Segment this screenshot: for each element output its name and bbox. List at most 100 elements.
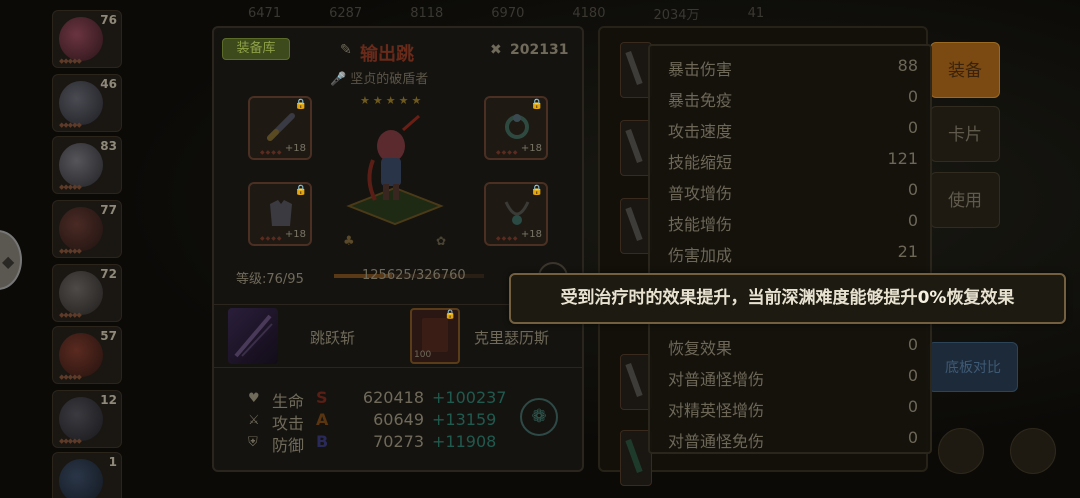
card-art — [422, 318, 448, 352]
hero-stars: ◆◆◆◆◆ — [59, 437, 82, 445]
blade-icon — [625, 50, 643, 86]
card-tab[interactable]: 卡片 — [930, 106, 1000, 162]
necklace-icon — [504, 201, 530, 225]
floating-assist-button[interactable]: ◆ — [0, 230, 22, 290]
stat-value: 0 — [907, 180, 918, 199]
blade-icon — [625, 206, 643, 242]
card-count: 100 — [414, 350, 432, 360]
stat-label: 对普通怪增伤 — [668, 370, 765, 389]
combat-power: 202131 — [510, 42, 569, 58]
hero-slot[interactable]: 77 ◆◆◆◆◆ — [52, 200, 122, 258]
hero-level: 12 — [100, 393, 117, 407]
stat-row: 攻击速度 0 — [668, 118, 918, 149]
lock-icon: 🔒 — [294, 185, 307, 196]
bottom-nav-icon[interactable] — [938, 428, 984, 474]
slot-pips: ◆◆◆◆ — [260, 149, 283, 156]
stat-grade: B — [316, 432, 329, 451]
paw-icon[interactable]: ❁ — [520, 398, 558, 436]
equipment-library-button[interactable]: 装备库 — [222, 38, 290, 60]
sword-icon: ⚔ — [248, 413, 260, 428]
game-screen: 6471 6287 8118 6970 4180 2034万 41 ◆ 76 ◆… — [0, 0, 1080, 498]
enhance-level: +18 — [520, 143, 542, 154]
stat-value: 0 — [907, 366, 918, 385]
hero-stars: ◆◆◆◆◆ — [59, 373, 82, 381]
shield-icon: ⛨ — [248, 435, 258, 450]
slash-icon — [234, 314, 273, 358]
compare-button[interactable]: 底板对比 — [928, 342, 1018, 392]
hero-slot[interactable]: 83 ◆◆◆◆◆ — [52, 136, 122, 194]
hero-level-label: 等级:76/95 — [236, 272, 304, 287]
resource-value: 6471 — [248, 5, 282, 21]
stat-name: 生命 — [272, 392, 305, 411]
hero-stars: ◆◆◆◆◆ — [59, 247, 82, 255]
exp-value: 125625/326760 — [362, 268, 466, 283]
stat-label: 暴击免疫 — [668, 91, 733, 110]
hero-stars: ◆◆◆◆◆ — [59, 121, 82, 129]
stat-label: 对精英怪增伤 — [668, 401, 765, 420]
armor-slot[interactable]: 🔒 +18 ◆◆◆◆ — [248, 182, 312, 246]
hero-star-rating: ★★★★★ — [360, 94, 425, 107]
resource-value: 2034万 — [653, 7, 700, 23]
hero-level: 57 — [100, 329, 117, 343]
stats-detail-popup: 暴击伤害 88 暴击免疫 0 攻击速度 0 技能缩短 121 普攻增伤 0 技能… — [648, 44, 932, 454]
hero-title: 🎤 坚贞的破盾者 — [330, 68, 428, 87]
enhance-level: +18 — [284, 143, 306, 154]
stat-line-attack: ⚔ 攻击 A 60649 +13159 — [248, 410, 518, 433]
hero-slot[interactable]: 46 ◆◆◆◆◆ — [52, 74, 122, 132]
resource-value: 6287 — [329, 5, 363, 21]
resource-value: 4180 — [572, 5, 606, 21]
stat-value: 0 — [907, 87, 918, 106]
stat-row: 暴击伤害 88 — [668, 56, 918, 87]
stat-value: 121 — [887, 149, 918, 168]
lock-icon: 🔒 — [530, 185, 543, 196]
stat-value: 88 — [897, 56, 918, 75]
hero-slot[interactable]: 76 ◆◆◆◆◆ — [52, 10, 122, 68]
tooltip-text-suffix: 恢复效果 — [946, 288, 1015, 308]
hero-level: 83 — [100, 139, 117, 153]
hero-stars: ◆◆◆◆◆ — [59, 311, 82, 319]
weapon-slot[interactable]: 🔒 +18 ◆◆◆◆ — [248, 96, 312, 160]
hero-level: 46 — [100, 77, 117, 91]
stat-tooltip: 受到治疗时的效果提升，当前深渊难度能够提升0%恢复效果 — [509, 273, 1066, 324]
crossed-swords-icon: ✖ — [490, 42, 502, 58]
stat-label: 技能增伤 — [668, 215, 733, 234]
hero-title-text: 坚贞的破盾者 — [350, 72, 429, 87]
heart-icon: ♥ — [248, 391, 260, 406]
bottom-nav-icon[interactable] — [1010, 428, 1056, 474]
stat-line-hp: ♥ 生命 S 620418 +100237 — [248, 388, 518, 411]
stat-grade: A — [316, 410, 329, 429]
hero-portrait — [59, 459, 103, 498]
blade-icon — [625, 128, 643, 164]
stat-row: 暴击免疫 0 — [668, 87, 918, 118]
hero-slot[interactable]: 57 ◆◆◆◆◆ — [52, 326, 122, 384]
voice-icon[interactable]: 🎤 — [330, 72, 346, 87]
edit-name-icon[interactable]: ✎ — [340, 42, 354, 58]
stat-label: 技能缩短 — [668, 153, 733, 172]
stat-label: 对普通怪免伤 — [668, 432, 765, 451]
lock-icon: 🔒 — [530, 99, 543, 110]
skill-icon[interactable] — [228, 308, 278, 364]
stat-grade: S — [316, 388, 328, 407]
ring-slot[interactable]: 🔒 +18 ◆◆◆◆ — [484, 96, 548, 160]
stat-row: 伤害加成 21 — [668, 242, 918, 273]
hero-slot[interactable]: 72 ◆◆◆◆◆ — [52, 264, 122, 322]
pet-icon: ✿ — [436, 234, 447, 248]
stat-name: 攻击 — [272, 414, 305, 433]
card-slot[interactable]: 🔒 100 — [410, 308, 460, 364]
hero-slot[interactable]: 1 — [52, 452, 122, 498]
hero-slot[interactable]: 12 ◆◆◆◆◆ — [52, 390, 122, 448]
use-tab[interactable]: 使用 — [930, 172, 1000, 228]
hero-model[interactable] — [345, 110, 445, 230]
stat-label: 伤害加成 — [668, 246, 733, 265]
hero-roster: 76 ◆◆◆◆◆ 46 ◆◆◆◆◆ 83 ◆◆◆◆◆ 77 ◆◆◆◆◆ 72 ◆… — [52, 6, 126, 498]
sword-icon — [267, 113, 295, 141]
resource-value: 6970 — [491, 5, 525, 21]
lock-icon: 🔒 — [294, 99, 307, 110]
stat-value: 60649 — [373, 410, 424, 429]
stat-bonus: +11908 — [432, 432, 497, 451]
necklace-slot[interactable]: 🔒 +18 ◆◆◆◆ — [484, 182, 548, 246]
resource-value: 41 — [747, 5, 765, 21]
equip-tab[interactable]: 装备 — [930, 42, 1000, 98]
hero-class-name: 输出跳 — [360, 44, 414, 65]
base-stats: ♥ 生命 S 620418 +100237 ⚔ 攻击 A 60649 +1315… — [248, 388, 518, 455]
